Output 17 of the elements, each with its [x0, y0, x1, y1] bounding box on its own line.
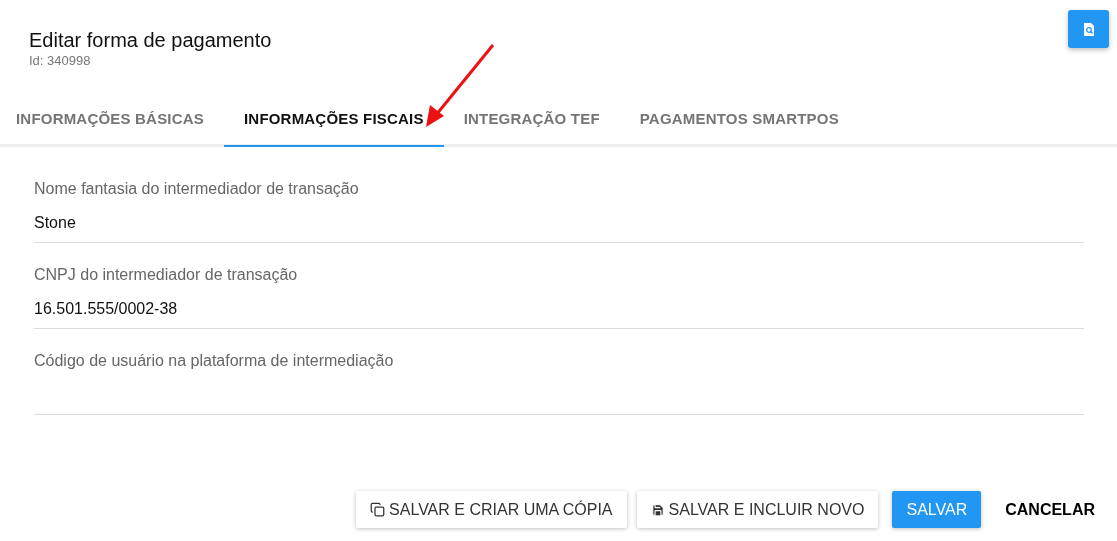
input-field[interactable]: Stone: [34, 199, 1084, 243]
save-copy-button[interactable]: SALVAR E CRIAR UMA CÓPIA: [356, 491, 627, 528]
tab[interactable]: INTEGRAÇÃO TEF: [443, 94, 620, 147]
input-field[interactable]: 16.501.555/0002-38: [34, 285, 1084, 329]
field-label: Código de usuário na plataforma de intermediação: [34, 351, 395, 371]
field-label: Nome fantasia do intermediador de transação: [34, 179, 360, 199]
cancel-button[interactable]: CANCELAR: [991, 491, 1109, 528]
document-search-icon: [1082, 22, 1095, 36]
field-label: CNPJ do intermediador de transação: [34, 265, 299, 285]
save-new-button[interactable]: SALVAR E INCLUIR NOVO: [636, 491, 879, 528]
tab[interactable]: PAGAMENTOS SMARTPOS: [619, 94, 859, 147]
document-search-button[interactable]: [1068, 10, 1109, 48]
save-icon: [650, 502, 665, 517]
record-id: Id: 340998: [29, 53, 91, 69]
copy-icon: [370, 502, 386, 517]
tab[interactable]: INFORMAÇÕES BÁSICAS: [0, 94, 224, 147]
dialog-title: Editar forma de pagamento: [29, 28, 272, 53]
